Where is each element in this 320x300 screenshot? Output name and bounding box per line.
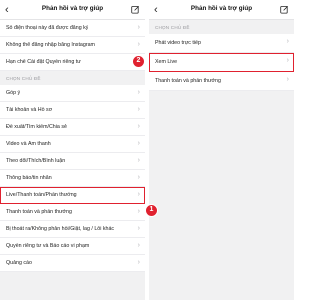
chevron-right-icon: › <box>137 123 140 130</box>
topic-video-audio[interactable]: Video và Âm thanh › <box>0 136 145 153</box>
left-screen: ‹ Phản hồi và trợ giúp Số điện thoại này… <box>0 0 145 300</box>
chevron-right-icon: › <box>137 41 140 48</box>
right-screen: ‹ Phản hồi và trợ giúp CHỌN CHỦ ĐỀ Phát … <box>149 0 294 300</box>
chevron-right-icon: › <box>137 174 140 181</box>
topic-privacy[interactable]: Quyền riêng tư và Báo cáo vi phạm › <box>0 238 145 255</box>
topic-gop-y[interactable]: Góp ý › <box>0 85 145 102</box>
chevron-right-icon: › <box>137 191 140 198</box>
chevron-right-icon: › <box>137 208 140 215</box>
section-header: CHỌN CHỦ ĐỀ <box>155 25 190 30</box>
page-title: Phản hồi và trợ giúp <box>41 5 104 12</box>
page-title: Phản hồi và trợ giúp <box>190 5 253 12</box>
chevron-right-icon: › <box>137 225 140 232</box>
edit-icon[interactable] <box>280 5 289 14</box>
topic-recommend[interactable]: Đề xuất/Tìm kiếm/Chia sẻ › <box>0 119 145 136</box>
chevron-right-icon: › <box>286 57 289 64</box>
chevron-right-icon: › <box>286 38 289 45</box>
topic-live-payment[interactable]: Live/Thanh toán/Phần thưởng › <box>0 187 145 204</box>
chevron-right-icon: › <box>137 106 140 113</box>
list-item[interactable]: Không thể đăng nhập bằng Instagram › <box>0 37 145 54</box>
topic-watch-live[interactable]: Xem Live › <box>149 53 294 72</box>
chevron-right-icon: › <box>137 140 140 147</box>
topic-payment-rewards[interactable]: Thanh toán và phần thưởng › <box>0 204 145 221</box>
step-badge-1: 1 <box>145 204 158 217</box>
chevron-right-icon: › <box>137 242 140 249</box>
topic-account[interactable]: Tài khoản và Hồ sơ › <box>0 102 145 119</box>
chevron-right-icon: › <box>286 76 289 83</box>
topic-errors[interactable]: Bị thoát ra/Không phản hồi/Giật, lag / L… <box>0 221 145 238</box>
top-bar: ‹ Phản hồi và trợ giúp <box>149 0 294 20</box>
topic-live-streaming[interactable]: Phát video trực tiếp › <box>149 34 294 53</box>
topic-payment-rewards[interactable]: Thanh toán và phần thưởng › <box>149 72 294 91</box>
chevron-right-icon: › <box>137 89 140 96</box>
list-item[interactable]: Hạn chế Cài đặt Quyền riêng tư› <box>0 54 145 71</box>
top-bar: ‹ Phản hồi và trợ giúp <box>0 0 145 20</box>
topic-follow[interactable]: Theo dõi/Thích/Bình luận › <box>0 153 145 170</box>
topic-ads[interactable]: Quảng cáo › <box>0 255 145 272</box>
chevron-right-icon: › <box>137 259 140 266</box>
topic-notifications[interactable]: Thông báo/tin nhắn › <box>0 170 145 187</box>
step-badge-2: 2 <box>132 55 145 68</box>
list-item[interactable]: Số điện thoại này đã được đăng ký › <box>0 20 145 37</box>
edit-icon[interactable] <box>131 5 140 14</box>
section-header: CHỌN CHỦ ĐỀ <box>6 76 41 81</box>
chevron-right-icon: › <box>137 157 140 164</box>
chevron-right-icon: › <box>137 24 140 31</box>
